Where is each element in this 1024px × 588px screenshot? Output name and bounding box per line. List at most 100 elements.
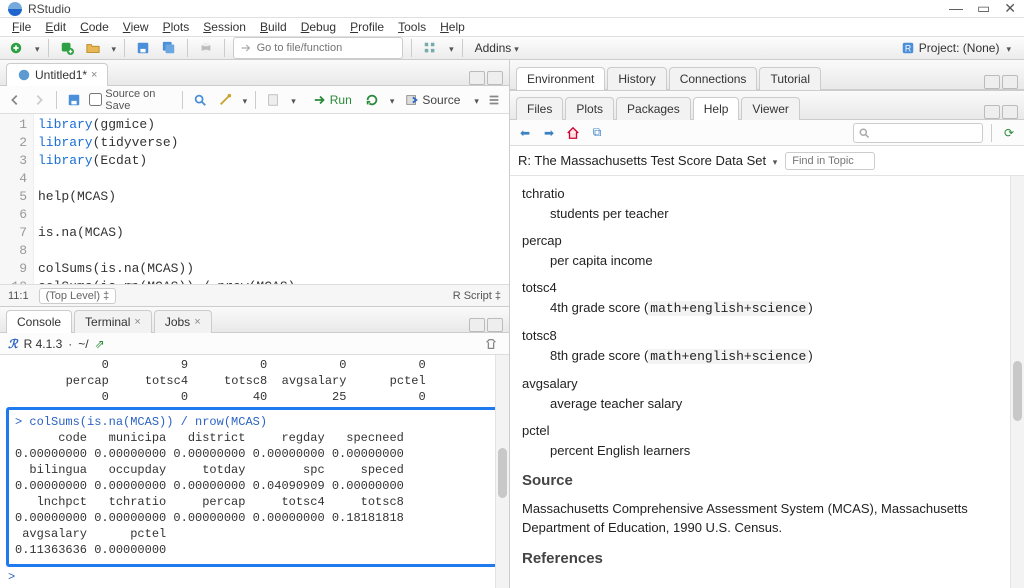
scope-selector[interactable]: (Top Level) ‡ [39,288,117,304]
env-maximize-button[interactable] [1002,75,1018,89]
notebook-dropdown[interactable] [288,93,296,107]
goto-file-function[interactable] [233,37,403,59]
wand-button[interactable] [216,90,234,110]
help-forward-button[interactable]: ➡ [540,124,558,142]
tab-connections[interactable]: Connections [669,67,758,90]
help-popout-button[interactable]: ⧉ [588,124,606,142]
close-tab-button[interactable]: × [91,69,97,81]
tab-jobs[interactable]: Jobs × [154,310,212,333]
console-tabs: Console Terminal × Jobs × [0,307,509,333]
find-button[interactable] [191,90,209,110]
nav-back-button[interactable] [6,90,24,110]
menu-edit[interactable]: Edit [39,18,72,36]
tab-terminal[interactable]: Terminal × [74,310,152,333]
source-on-save-checkbox[interactable]: Source on Save [89,88,174,112]
goto-input[interactable] [257,42,396,54]
outline-button[interactable] [485,90,503,110]
console-line: 0.00000000 0.00000000 0.00000000 0.00000… [15,446,494,462]
menu-view[interactable]: View [117,18,155,36]
search-icon [858,126,870,140]
close-button[interactable]: ✕ [1004,0,1016,17]
open-recent-dropdown[interactable] [109,41,117,55]
language-selector[interactable]: R Script ‡ [453,290,501,302]
tab-help[interactable]: Help [693,97,740,120]
tab-tutorial[interactable]: Tutorial [759,67,821,90]
clear-console-button[interactable] [481,334,501,354]
help-term: totsc8 [522,326,1012,346]
help-back-button[interactable]: ⬅ [516,124,534,142]
addins-button[interactable]: Addins [471,39,523,57]
help-title-dropdown[interactable] [770,153,778,168]
save-all-button[interactable] [159,38,179,58]
nav-fwd-button[interactable] [30,90,48,110]
close-terminal-tab[interactable]: × [134,316,140,328]
menu-build[interactable]: Build [254,18,293,36]
help-refresh-button[interactable]: ⟳ [1000,124,1018,142]
tab-packages[interactable]: Packages [616,97,691,120]
save-doc-button[interactable] [65,90,83,110]
help-content[interactable]: tchratio students per teacher percap per… [510,176,1024,588]
wd-browse-icon[interactable]: ⇗ [95,337,105,351]
help-term: pctel [522,421,1012,441]
print-button[interactable] [196,38,216,58]
help-term: totsc4 [522,278,1012,298]
source-button[interactable]: Source [400,91,465,109]
maximize-button[interactable]: ▭ [977,0,990,17]
console-scrollbar[interactable] [495,355,509,588]
help-search[interactable] [853,123,983,143]
code-area[interactable]: library(ggmice) library(tidyverse) libra… [34,114,299,284]
project-selector[interactable]: R Project: (None) [894,38,1018,58]
minimize-button[interactable]: — [949,0,963,17]
run-button[interactable]: Run [308,91,357,109]
new-file-button[interactable] [6,38,26,58]
grid-button[interactable] [420,38,440,58]
menu-debug[interactable]: Debug [295,18,342,36]
new-file-dropdown[interactable] [32,41,40,55]
tab-console[interactable]: Console [6,310,72,333]
tab-environment[interactable]: Environment [516,67,605,90]
menu-session[interactable]: Session [197,18,252,36]
file-icon [17,68,31,82]
grid-dropdown[interactable] [446,41,454,55]
pane-minimize-button[interactable] [469,71,485,85]
help-def: students per teacher [550,204,1012,224]
find-in-topic-input[interactable] [785,152,875,170]
help-maximize-button[interactable] [1002,105,1018,119]
source-editor[interactable]: 1234567891011 library(ggmice) library(ti… [0,114,509,284]
help-scrollbar[interactable] [1010,176,1024,588]
rerun-dropdown[interactable] [387,93,395,107]
tab-files[interactable]: Files [516,97,563,120]
tab-history[interactable]: History [607,67,666,90]
editor-tab-untitled1[interactable]: Untitled1* × [6,63,108,86]
console-line: 0.00000000 0.00000000 0.00000000 0.04090… [15,478,494,494]
tab-viewer[interactable]: Viewer [741,97,799,120]
help-search-input[interactable] [874,127,978,139]
new-project-button[interactable] [57,38,77,58]
console-minimize-button[interactable] [469,318,485,332]
menu-tools[interactable]: Tools [392,18,432,36]
menu-file[interactable]: File [6,18,37,36]
help-minimize-button[interactable] [984,105,1000,119]
close-jobs-tab[interactable]: × [194,316,200,328]
source-dropdown[interactable] [471,93,479,107]
rerun-button[interactable] [363,90,381,110]
pane-maximize-button[interactable] [487,71,503,85]
tab-plots[interactable]: Plots [565,97,614,120]
console-line: code municipa district regday specneed [15,430,494,446]
console-output[interactable]: 0 9 0 0 0 percap totsc4 totsc8 avgsalary… [0,355,509,588]
console-prompt[interactable]: > [8,570,15,584]
menu-help[interactable]: Help [434,18,471,36]
menu-code[interactable]: Code [74,18,115,36]
open-file-button[interactable] [83,38,103,58]
menubar: File Edit Code View Plots Session Build … [0,18,1024,37]
help-toolbar: ⬅ ➡ ⧉ ⟳ [510,120,1024,146]
env-minimize-button[interactable] [984,75,1000,89]
wand-dropdown[interactable] [240,93,248,107]
menu-plots[interactable]: Plots [157,18,196,36]
menu-profile[interactable]: Profile [344,18,390,36]
console-maximize-button[interactable] [487,318,503,332]
save-button[interactable] [133,38,153,58]
project-dropdown[interactable] [1003,41,1011,55]
notebook-button[interactable] [264,90,282,110]
help-home-button[interactable] [564,124,582,142]
